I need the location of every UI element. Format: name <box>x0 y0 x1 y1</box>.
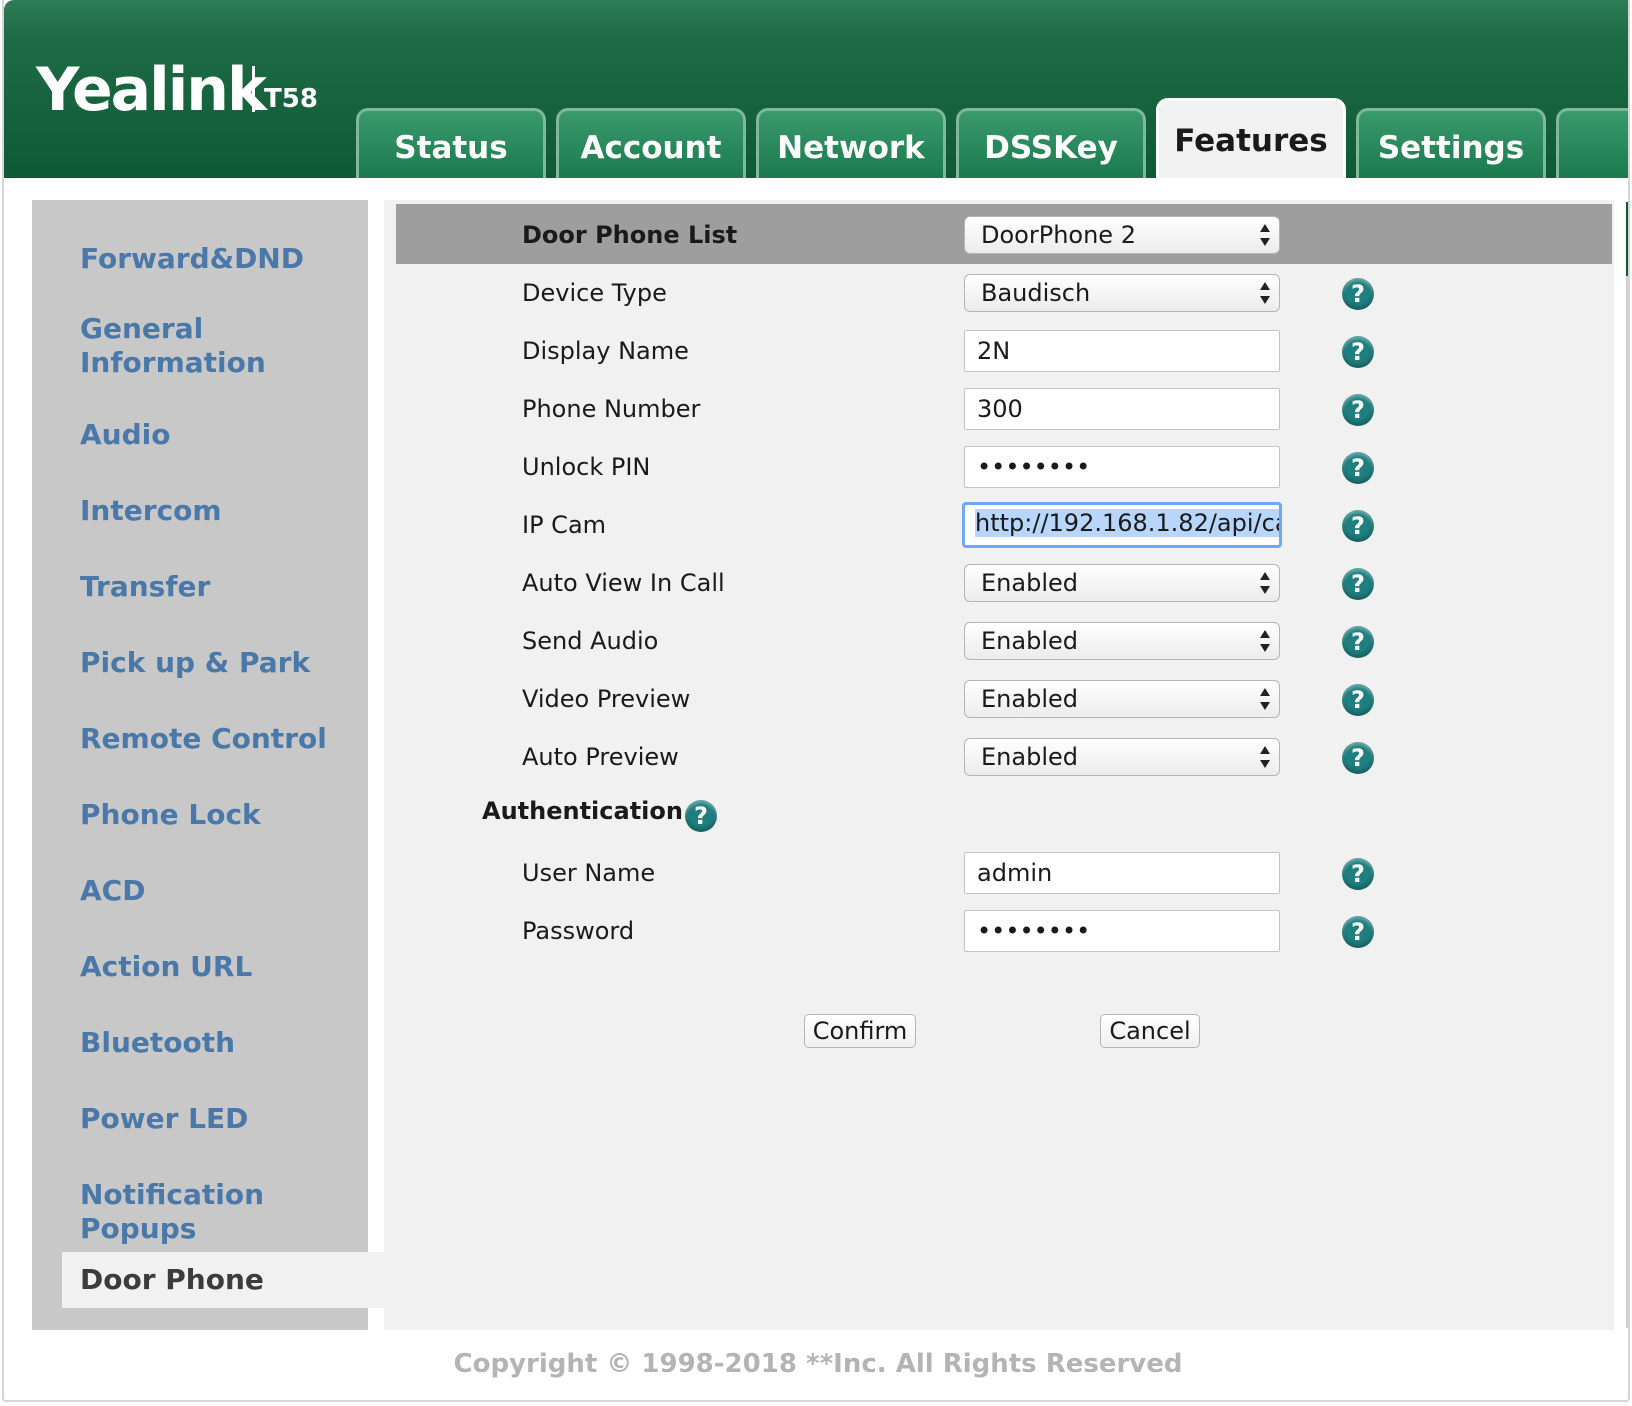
auto-view-in-call-select[interactable]: Enabled <box>964 564 1280 602</box>
help-icon-unlock-pin[interactable]: ? <box>1342 452 1374 484</box>
device-type-select[interactable]: Baudisch <box>964 274 1280 312</box>
tab-features[interactable]: Features <box>1156 98 1346 178</box>
tab-status[interactable]: Status <box>356 108 546 178</box>
content-border <box>1626 276 1628 1328</box>
sidebar-item-general-information[interactable]: General Information <box>80 312 380 380</box>
password-field[interactable]: •••••••• <box>964 910 1280 952</box>
help-icon-ip-cam[interactable]: ? <box>1342 510 1374 542</box>
help-icon-send-audio[interactable]: ? <box>1342 626 1374 658</box>
video-preview-select[interactable]: Enabled <box>964 680 1280 718</box>
features-sidebar: Forward&DND General Information Audio In… <box>32 200 392 1330</box>
user-name-label: User Name <box>522 859 656 887</box>
phone-number-label: Phone Number <box>522 395 701 423</box>
video-preview-label: Video Preview <box>522 685 691 713</box>
select-arrows-icon <box>1260 224 1270 246</box>
select-arrows-icon <box>1260 572 1270 594</box>
door-phone-list-label: Door Phone List <box>522 221 738 249</box>
ip-cam-field[interactable]: http://192.168.1.82/api/cam <box>962 502 1282 548</box>
door-phone-settings-panel: Door Phone List DoorPhone 2 Device Type … <box>384 200 1614 1330</box>
sidebar-item-remote-control[interactable]: Remote Control <box>80 722 380 756</box>
door-phone-list-select[interactable]: DoorPhone 2 <box>964 216 1280 254</box>
help-icon-display-name[interactable]: ? <box>1342 336 1374 368</box>
sidebar-item-power-led[interactable]: Power LED <box>80 1102 380 1136</box>
sidebar-item-acd[interactable]: ACD <box>80 874 380 908</box>
phone-number-field[interactable]: 300 <box>964 388 1280 430</box>
tab-account[interactable]: Account <box>556 108 746 178</box>
video-preview-value: Enabled <box>981 685 1078 713</box>
help-icon-authentication[interactable]: ? <box>685 800 717 832</box>
web-admin-frame: Yealink T58 Status Account Network DSSKe… <box>2 0 1630 1402</box>
device-type-value: Baudisch <box>981 279 1091 307</box>
help-icon-password[interactable]: ? <box>1342 916 1374 948</box>
display-name-label: Display Name <box>522 337 689 365</box>
sidebar-item-intercom[interactable]: Intercom <box>80 494 380 528</box>
sidebar-item-bluetooth[interactable]: Bluetooth <box>80 1026 380 1060</box>
unlock-pin-label: Unlock PIN <box>522 453 651 481</box>
help-icon-auto-view-in-call[interactable]: ? <box>1342 568 1374 600</box>
authentication-heading: Authentication <box>482 797 683 825</box>
tab-network[interactable]: Network <box>756 108 946 178</box>
sidebar-item-phone-lock[interactable]: Phone Lock <box>80 798 380 832</box>
send-audio-select[interactable]: Enabled <box>964 622 1280 660</box>
user-name-field[interactable]: admin <box>964 852 1280 894</box>
help-icon-device-type[interactable]: ? <box>1342 278 1374 310</box>
send-audio-label: Send Audio <box>522 627 659 655</box>
select-arrows-icon <box>1260 630 1270 652</box>
select-arrows-icon <box>1260 746 1270 768</box>
password-label: Password <box>522 917 635 945</box>
scroll-indicator <box>1626 202 1628 276</box>
copyright-footer: Copyright © 1998-2018 **Inc. All Rights … <box>453 1349 1183 1379</box>
sidebar-item-door-phone[interactable]: Door Phone <box>62 1252 392 1308</box>
sidebar-item-notification-popups[interactable]: Notification Popups <box>80 1178 380 1246</box>
select-arrows-icon <box>1260 282 1270 304</box>
device-type-label: Device Type <box>522 279 667 307</box>
sidebar-item-transfer[interactable]: Transfer <box>80 570 380 604</box>
unlock-pin-field[interactable]: •••••••• <box>964 446 1280 488</box>
door-phone-list-value: DoorPhone 2 <box>981 221 1136 249</box>
cancel-button[interactable]: Cancel <box>1100 1014 1200 1048</box>
help-icon-phone-number[interactable]: ? <box>1342 394 1374 426</box>
confirm-button[interactable]: Confirm <box>804 1014 916 1048</box>
sidebar-item-action-url[interactable]: Action URL <box>80 950 380 984</box>
auto-view-in-call-label: Auto View In Call <box>522 569 725 597</box>
help-icon-auto-preview[interactable]: ? <box>1342 742 1374 774</box>
logo-separator <box>252 66 255 112</box>
header-bar: Yealink T58 Status Account Network DSSKe… <box>4 0 1628 178</box>
auto-view-in-call-value: Enabled <box>981 569 1078 597</box>
ip-cam-label: IP Cam <box>522 511 607 539</box>
model-label: T58 <box>264 84 318 114</box>
tab-dsskey[interactable]: DSSKey <box>956 108 1146 178</box>
main-tabs: Status Account Network DSSKey Features S… <box>356 0 1628 178</box>
display-name-field[interactable]: 2N <box>964 330 1280 372</box>
auto-preview-label: Auto Preview <box>522 743 679 771</box>
sidebar-item-pick-up-park[interactable]: Pick up & Park <box>80 646 380 680</box>
ip-cam-value: http://192.168.1.82/api/cam <box>975 509 1279 537</box>
tab-settings[interactable]: Settings <box>1356 108 1546 178</box>
tab-overflow[interactable] <box>1556 108 1628 178</box>
select-arrows-icon <box>1260 688 1270 710</box>
help-icon-video-preview[interactable]: ? <box>1342 684 1374 716</box>
yealink-logo: Yealink <box>36 55 267 125</box>
send-audio-value: Enabled <box>981 627 1078 655</box>
sidebar-item-audio[interactable]: Audio <box>80 418 380 452</box>
help-icon-user-name[interactable]: ? <box>1342 858 1374 890</box>
sidebar-item-forward-dnd[interactable]: Forward&DND <box>80 242 380 276</box>
auto-preview-select[interactable]: Enabled <box>964 738 1280 776</box>
auto-preview-value: Enabled <box>981 743 1078 771</box>
